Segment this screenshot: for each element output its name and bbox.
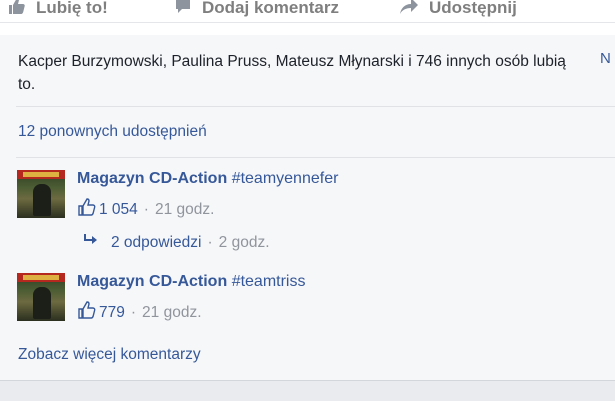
comment-header: Magazyn CD-Action #teamyennefer [77,170,338,188]
comment-author[interactable]: Magazyn CD-Action [77,170,227,187]
avatar[interactable] [17,170,65,218]
speech-bubble-icon [174,0,192,20]
share-label: Udostępnij [429,0,517,17]
reply-arrow-icon [83,233,99,252]
thumbs-up-icon[interactable] [77,197,97,222]
shares-link[interactable]: 12 ponownych udostępnień [18,123,207,141]
comment-label: Dodaj komentarz [202,0,339,17]
thumbs-up-icon [8,0,26,20]
thumbs-up-icon[interactable] [77,300,97,325]
reply-time: 2 godz. [218,233,270,251]
likes-summary[interactable]: Kacper Burzymowski, Paulina Pruss, Mateu… [18,50,578,96]
comment-author[interactable]: Magazyn CD-Action [77,273,227,290]
avatar[interactable] [17,273,65,321]
share-arrow-icon [399,0,419,20]
more-comments-link[interactable]: Zobacz więcej komentarzy [18,346,201,364]
clipped-text: N [600,50,611,67]
comment-time[interactable]: 21 godz. [142,304,201,322]
comment-meta: 779 · 21 godz. [77,300,202,325]
post-action-bar: Lubię to! Dodaj komentarz Udostępnij [0,0,615,23]
replies-link[interactable]: 2 odpowiedzi · 2 godz. [83,233,270,252]
comment-header: Magazyn CD-Action #teamtriss [77,273,305,291]
comment-hashtag[interactable]: #teamtriss [232,273,306,290]
replies-count[interactable]: 2 odpowiedzi [111,234,201,252]
divider [16,106,615,107]
like-label: Lubię to! [36,0,108,17]
divider [16,157,615,158]
like-button[interactable]: Lubię to! [8,0,108,22]
like-count[interactable]: 1 054 [99,201,138,219]
share-button[interactable]: Udostępnij [399,0,517,22]
comment-button[interactable]: Dodaj komentarz [174,0,339,22]
comment-hashtag[interactable]: #teamyennefer [232,170,339,187]
comment-meta: 1 054 · 21 godz. [77,197,214,222]
comment-time[interactable]: 21 godz. [155,201,214,219]
like-count[interactable]: 779 [99,304,125,322]
bottom-bar [0,380,615,401]
